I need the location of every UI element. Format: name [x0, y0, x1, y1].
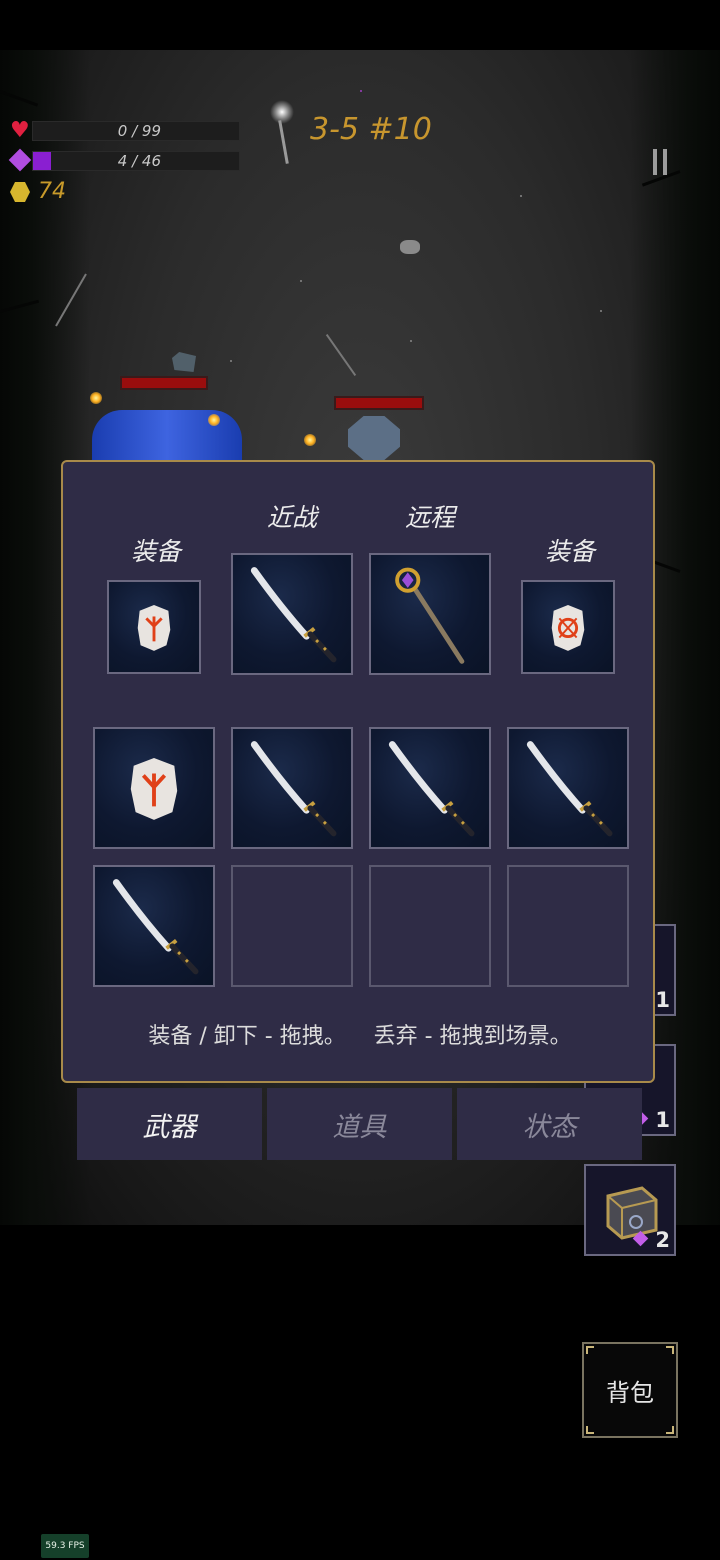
inventory-slot-5[interactable]: [93, 865, 215, 987]
mana-bar: 4 / 46: [32, 151, 240, 171]
weapon-on-ground: [278, 120, 289, 164]
health-text: 0 / 99: [117, 122, 161, 140]
weapon-inventory-panel: 装备 近战 远程 装备 装备 / 卸下 - 拖拽。 丢弃 - 拖拽到场景。: [61, 460, 655, 1083]
backpack-label: 背包: [606, 1378, 654, 1407]
sparkle-effect: [270, 100, 294, 124]
rock: [172, 352, 196, 372]
rune-stone-icon: [137, 604, 171, 651]
inventory-slot-6[interactable]: [231, 865, 353, 987]
tab-items[interactable]: 道具: [267, 1088, 452, 1160]
heart-icon: ♥: [10, 118, 30, 143]
pause-button[interactable]: [632, 134, 688, 190]
ranged-label: 远程: [405, 503, 456, 532]
fire-orb: [90, 392, 102, 404]
mana-bar-fill: [33, 152, 51, 170]
quick-slot-3[interactable]: 2: [584, 1164, 676, 1256]
inventory-slot-3[interactable]: [369, 727, 491, 849]
equip-left-label: 装备: [131, 537, 182, 566]
mana-text: 4 / 46: [117, 152, 161, 170]
enemy-health-bar: [120, 376, 208, 390]
melee-label: 近战: [267, 503, 318, 532]
health-bar: 0 / 99: [32, 121, 240, 141]
quick-slot-count: 2: [655, 1228, 670, 1252]
katana-icon: [250, 567, 337, 663]
backpack-button[interactable]: 背包: [582, 1342, 678, 1438]
equip-slot-left[interactable]: [107, 580, 201, 674]
inventory-slot-8[interactable]: [507, 865, 629, 987]
fire-orb: [208, 414, 220, 426]
quick-slot-count: 1: [655, 988, 670, 1012]
rune-stone-red-icon: [551, 604, 585, 651]
katana-icon: [112, 879, 199, 975]
level-indicator: 3-5 #10: [310, 112, 432, 147]
weapon-on-ground: [325, 333, 357, 377]
melee-weapon-slot[interactable]: [231, 553, 353, 675]
drag-hint-text: 装备 / 卸下 - 拖拽。 丢弃 - 拖拽到场景。: [148, 1024, 572, 1049]
pause-icon: [653, 149, 657, 175]
inventory-slot-2[interactable]: [231, 727, 353, 849]
rune-stone-icon: [130, 758, 178, 820]
staff-icon: [395, 567, 465, 664]
inventory-slot-4[interactable]: [507, 727, 629, 849]
tab-status[interactable]: 状态: [457, 1088, 642, 1160]
tab-weapons[interactable]: 武器: [77, 1088, 262, 1160]
ranged-weapon-slot[interactable]: [369, 553, 491, 675]
fps-counter: 59.3 FPS: [41, 1534, 89, 1558]
katana-icon: [526, 741, 613, 837]
equip-right-label: 装备: [545, 537, 596, 566]
gold-amount: 74: [38, 179, 66, 204]
fire-orb: [304, 434, 316, 446]
equip-slot-right[interactable]: [521, 580, 615, 674]
inventory-slot-7[interactable]: [369, 865, 491, 987]
katana-icon: [388, 741, 475, 837]
rock: [400, 240, 420, 254]
enemy-health-bar: [334, 396, 424, 410]
quick-slot-count: 1: [655, 1108, 670, 1132]
enemy-golem: [348, 416, 400, 460]
katana-icon: [250, 741, 337, 837]
inventory-slot-1[interactable]: [93, 727, 215, 849]
